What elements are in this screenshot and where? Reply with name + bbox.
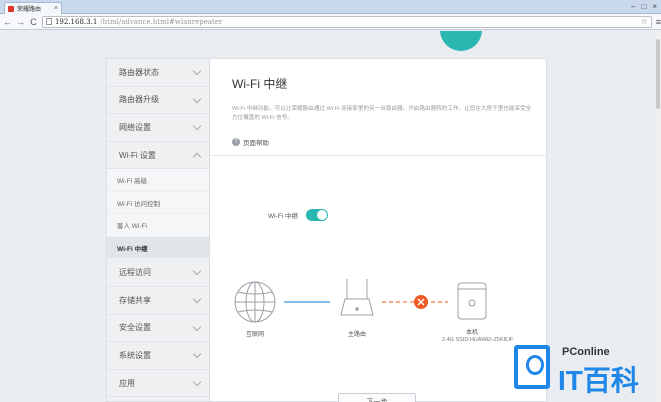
help-icon: ? bbox=[232, 138, 240, 146]
sidebar-item-security-settings[interactable]: 安全设置 bbox=[107, 315, 209, 343]
globe-icon bbox=[234, 281, 276, 323]
sidebar-item-label: 路由器状态 bbox=[119, 67, 159, 77]
sidebar-item-label: 路由器升级 bbox=[119, 95, 159, 105]
sidebar-item-remote-access[interactable]: 远程访问 bbox=[107, 259, 209, 287]
wifi-relay-setting: Wi-Fi 中继 bbox=[268, 209, 328, 221]
main-content-panel: Wi-Fi 中继 Wi-Fi 中继功能，可以让荣耀路由通过 Wi-Fi 连接家里… bbox=[209, 58, 547, 402]
chevron-up-icon bbox=[192, 152, 202, 162]
help-label: 页面帮助 bbox=[243, 140, 269, 147]
device-ssid: 2.4G SSID:HUAWEI-Z5KBJF bbox=[442, 337, 514, 343]
router-icon bbox=[340, 279, 374, 316]
header-logo-circle bbox=[440, 31, 482, 51]
browser-menu-icon[interactable]: ≡ bbox=[656, 15, 661, 29]
address-bar[interactable]: 192.168.3.1/html/advance.html#wlanrepeat… bbox=[41, 15, 652, 28]
sidebar-subitem-guest-wifi[interactable]: 客人 Wi-Fi bbox=[107, 214, 209, 237]
sidebar-item-label: Wi-Fi 设置 bbox=[119, 150, 156, 160]
tab-title: 荣耀路由 bbox=[17, 7, 42, 13]
sidebar-item-label: 应用 bbox=[119, 378, 135, 388]
sidebar-item-system-settings[interactable]: 系统设置 bbox=[107, 342, 209, 370]
chevron-down-icon bbox=[192, 121, 202, 131]
divider bbox=[210, 155, 546, 156]
watermark-brand-big: IT百科 bbox=[558, 365, 639, 396]
router-favicon-icon bbox=[8, 5, 14, 12]
next-step-button[interactable]: 下一步 bbox=[338, 393, 416, 402]
sidebar: 路由器状态 路由器升级 网络设置 Wi-Fi 设置 Wi-Fi 高级 Wi-Fi… bbox=[106, 58, 209, 402]
sidebar-item-router-status[interactable]: 路由器状态 bbox=[107, 59, 209, 87]
page-help-link[interactable]: ? 页面帮助 bbox=[232, 137, 269, 147]
sidebar-subitem-wifi-access-control[interactable]: Wi-Fi 访问控制 bbox=[107, 191, 209, 215]
url-path: /html/advance.html#wlanrepeater bbox=[100, 17, 223, 26]
sidebar-subitem-wifi-advanced[interactable]: Wi-Fi 高级 bbox=[107, 169, 209, 192]
sidebar-item-wifi-settings[interactable]: Wi-Fi 设置 bbox=[107, 142, 209, 170]
wifi-relay-label: Wi-Fi 中继 bbox=[268, 213, 298, 220]
tab-close-icon[interactable]: × bbox=[54, 4, 58, 13]
pconline-logo-icon bbox=[514, 345, 550, 389]
wifi-relay-toggle[interactable] bbox=[305, 209, 328, 221]
back-arrow-icon[interactable]: ← bbox=[3, 15, 12, 29]
bookmark-star-icon[interactable]: ☆ bbox=[641, 17, 648, 27]
scrollbar-thumb[interactable] bbox=[656, 39, 660, 109]
this-device-label: 本机 bbox=[465, 330, 478, 336]
disconnected-error-icon bbox=[414, 295, 428, 309]
pconline-watermark: PConline IT百科 bbox=[512, 342, 661, 402]
chevron-down-icon bbox=[192, 377, 202, 386]
forward-arrow-icon[interactable]: → bbox=[16, 15, 25, 29]
chevron-down-icon bbox=[192, 294, 202, 304]
page-icon bbox=[45, 18, 52, 25]
sidebar-item-label: 系统设置 bbox=[119, 350, 151, 360]
chevron-down-icon bbox=[192, 349, 202, 359]
sidebar-item-apps[interactable]: 应用 bbox=[107, 370, 209, 398]
page-title: Wi-Fi 中继 bbox=[232, 77, 288, 91]
chevron-down-icon bbox=[192, 267, 202, 276]
sidebar-item-network-settings[interactable]: 网络设置 bbox=[107, 114, 209, 142]
url-host: 192.168.3.1 bbox=[54, 17, 98, 26]
sidebar-subitem-wifi-repeater[interactable]: Wi-Fi 中继 bbox=[107, 236, 209, 260]
page-description: Wi-Fi 中继功能，可以让荣耀路由通过 Wi-Fi 连接家里的另一台路由器。开… bbox=[232, 106, 532, 121]
sidebar-item-label: 远程访问 bbox=[119, 268, 151, 278]
maximize-icon[interactable]: □ bbox=[641, 1, 646, 13]
sidebar-item-label: 存储共享 bbox=[119, 295, 151, 305]
minimize-icon[interactable]: – bbox=[631, 1, 635, 13]
reload-icon[interactable]: C bbox=[29, 15, 38, 29]
browser-tab-bar: 荣耀路由 × – □ × bbox=[0, 0, 661, 14]
chevron-down-icon bbox=[192, 94, 202, 103]
sidebar-item-storage-sharing[interactable]: 存储共享 bbox=[107, 287, 209, 315]
browser-toolbar: ← → C 192.168.3.1/html/advance.html#wlan… bbox=[0, 14, 661, 30]
chevron-down-icon bbox=[192, 322, 202, 331]
internet-label: 互联网 bbox=[245, 332, 264, 338]
main-router-label: 主路由 bbox=[347, 332, 366, 338]
sidebar-item-label: 安全设置 bbox=[119, 323, 151, 333]
close-window-icon[interactable]: × bbox=[652, 1, 657, 13]
extender-device-icon bbox=[457, 282, 487, 320]
toggle-knob bbox=[316, 210, 327, 220]
browser-tab[interactable]: 荣耀路由 × bbox=[4, 2, 62, 14]
watermark-brand-top: PConline bbox=[562, 346, 610, 358]
chevron-down-icon bbox=[192, 66, 202, 76]
sidebar-item-router-upgrade[interactable]: 路由器升级 bbox=[107, 87, 209, 115]
network-topology-diagram: 互联网 主路由 本机 2.4G SSID:HUAWEI-Z5KBJF bbox=[210, 271, 546, 351]
sidebar-item-label: 网络设置 bbox=[119, 122, 151, 132]
window-controls: – □ × bbox=[631, 1, 657, 13]
